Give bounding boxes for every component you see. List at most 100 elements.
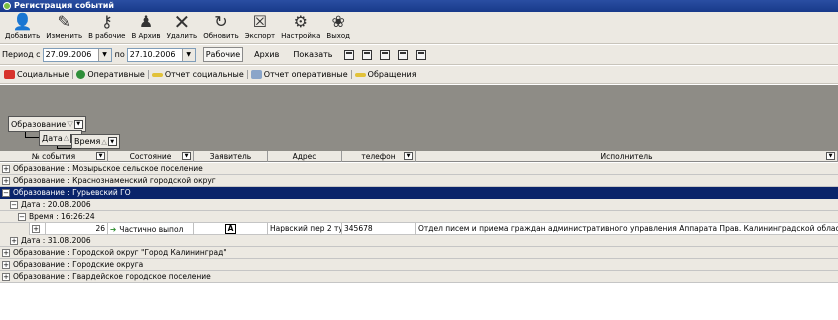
- sort-asc-icon: △: [101, 137, 107, 146]
- cell-address: Нарвский пер 2 ту: [270, 223, 342, 235]
- group-row[interactable]: + Образование : Краснознаменский городско…: [0, 175, 838, 187]
- chevron-down-icon[interactable]: ▼: [97, 48, 111, 61]
- group-row[interactable]: + Образование : Мозырьское сельское посел…: [0, 163, 838, 175]
- refresh-button[interactable]: ↻ Обновить: [200, 12, 242, 44]
- chevron-down-icon[interactable]: ▼: [107, 137, 117, 146]
- chevron-down-icon[interactable]: ▼: [826, 152, 835, 160]
- show-button[interactable]: Показать: [290, 47, 335, 62]
- period-bar: Период с 27.09.2006 ▼ по 27.10.2006 ▼ Ра…: [0, 45, 838, 65]
- rows-layout-icon[interactable]: [415, 49, 426, 60]
- add-button[interactable]: 👤 Добавить: [2, 12, 43, 44]
- tab-social[interactable]: Социальные: [4, 70, 74, 79]
- to-archive-button[interactable]: ♟ В Архив: [128, 12, 163, 44]
- time-group-row[interactable]: − Время : 16:26:24: [0, 211, 838, 223]
- sort-asc-icon: △: [63, 134, 70, 142]
- key-icon: ⚷: [100, 12, 113, 31]
- cell-applicant: A: [194, 223, 268, 235]
- date-group-row[interactable]: + Дата : 31.08.2006: [0, 235, 838, 247]
- tab-operative[interactable]: Оперативные: [76, 70, 149, 79]
- appeals-key-icon: [354, 72, 366, 77]
- collapse-minus-icon[interactable]: −: [2, 188, 10, 197]
- collapse-minus-icon[interactable]: −: [18, 212, 26, 221]
- expand-plus-icon[interactable]: +: [2, 272, 10, 281]
- report-key-icon: [151, 72, 163, 77]
- state-arrow-icon: ➔: [110, 224, 117, 234]
- chevron-down-icon[interactable]: ▼: [404, 152, 413, 160]
- date-group-row[interactable]: − Дата : 20.08.2006: [0, 199, 838, 211]
- person-add-icon: 👤: [12, 12, 33, 31]
- settings-gear-icon: ⚙: [293, 12, 308, 31]
- archive-person-icon: ♟: [138, 12, 154, 31]
- to-working-button[interactable]: ⚷ В рабочие: [85, 12, 128, 44]
- exit-button[interactable]: ❀ Выход: [323, 12, 353, 44]
- row-expander[interactable]: +: [30, 223, 46, 235]
- delete-button[interactable]: ✕ Удалить: [164, 12, 201, 44]
- period-to-label: по: [114, 50, 125, 59]
- tab-bar: Социальные Оперативные Отчет социальные …: [0, 66, 838, 84]
- period-from-value[interactable]: 27.09.2006: [44, 50, 98, 59]
- columns-layout-icon[interactable]: [379, 49, 390, 60]
- expand-plus-icon[interactable]: +: [2, 164, 10, 173]
- period-from-picker[interactable]: 27.09.2006 ▼: [42, 47, 112, 62]
- tab-operative-report[interactable]: Отчет оперативные: [250, 70, 352, 79]
- group-row-selected[interactable]: − Образование : Гурьевский ГО: [0, 187, 838, 199]
- grid-header: № события ▼ Состояние ▼ Заявитель Адрес те…: [0, 151, 838, 162]
- app-icon: [3, 2, 11, 10]
- cell-state: ➔ Частично выпол: [108, 223, 194, 235]
- save-layout-icon[interactable]: [361, 49, 372, 60]
- collapse-minus-icon[interactable]: −: [10, 200, 18, 209]
- window-title-bar: Регистрация событий: [0, 0, 838, 12]
- period-from-label: Период с: [2, 50, 41, 59]
- settings-button[interactable]: ⚙ Настройка: [278, 12, 323, 44]
- window-title: Регистрация событий: [14, 1, 114, 10]
- export-button[interactable]: ☒ Экспорт: [242, 12, 278, 44]
- cell-executor: Отдел писем и приема граждан администрат…: [418, 224, 838, 233]
- chevron-down-icon[interactable]: ▼: [73, 119, 83, 129]
- cell-phone: 345678: [342, 223, 416, 235]
- group-row[interactable]: + Образование : Городские округа: [0, 259, 838, 271]
- grid-layout-icon[interactable]: [397, 49, 408, 60]
- cell-number: 26: [46, 223, 108, 235]
- exit-icon: ❀: [331, 12, 345, 31]
- archive-toggle[interactable]: Архив: [251, 47, 282, 62]
- table-row[interactable]: + 26 ➔ Частично выпол A Нарвский пер 2 т…: [0, 223, 838, 235]
- expand-plus-icon[interactable]: +: [2, 248, 10, 257]
- group-row[interactable]: + Образование : Городской округ "Город Ка…: [0, 247, 838, 259]
- pencil-icon: ✎: [57, 12, 71, 31]
- edit-button[interactable]: ✎ Изменить: [43, 12, 85, 44]
- group-row[interactable]: + Образование : Гвардейское городское пос…: [0, 271, 838, 283]
- period-to-picker[interactable]: 27.10.2006 ▼: [126, 47, 196, 62]
- column-header-address[interactable]: Адрес: [268, 151, 342, 162]
- column-header-number[interactable]: № события ▼: [0, 151, 108, 162]
- expand-plus-icon[interactable]: +: [2, 260, 10, 269]
- refresh-icon: ↻: [214, 12, 228, 31]
- letter-a-icon: A: [224, 224, 237, 234]
- period-to-value[interactable]: 27.10.2006: [128, 50, 182, 59]
- group-connector: [25, 132, 39, 138]
- chevron-down-icon[interactable]: ▼: [182, 152, 191, 160]
- chevron-down-icon[interactable]: ▼: [96, 152, 105, 160]
- group-connector: [57, 146, 71, 149]
- column-header-phone[interactable]: телефон ▼: [342, 151, 416, 162]
- column-header-executor[interactable]: Исполнитель ▼: [416, 151, 838, 162]
- expand-plus-icon[interactable]: +: [32, 225, 40, 233]
- group-chip-time[interactable]: Время △ ▼: [71, 134, 120, 149]
- column-header-applicant[interactable]: Заявитель: [194, 151, 268, 162]
- expand-plus-icon[interactable]: +: [10, 236, 18, 245]
- report-gear-icon: [250, 70, 262, 79]
- tab-appeals[interactable]: Обращения: [354, 70, 420, 79]
- expand-plus-icon[interactable]: +: [2, 176, 10, 185]
- main-toolbar: 👤 Добавить ✎ Изменить ⚷ В рабочие ♟ В Архив …: [0, 12, 838, 44]
- row-indent: [0, 223, 30, 235]
- group-by-area: Образование ▽ ▼ Дата △ ▼ Время △ ▼: [0, 85, 838, 151]
- column-header-state[interactable]: Состояние ▼: [108, 151, 194, 162]
- chevron-down-icon[interactable]: ▼: [181, 48, 195, 61]
- globe-icon: [76, 70, 86, 79]
- window-layout-icon[interactable]: [343, 49, 354, 60]
- people-icon: [4, 70, 15, 79]
- sort-desc-icon: ▽: [67, 120, 73, 128]
- working-toggle[interactable]: Рабочие: [202, 47, 244, 62]
- delete-x-icon: ✕: [173, 10, 191, 34]
- export-excel-icon: ☒: [252, 12, 268, 31]
- tab-social-report[interactable]: Отчет социальные: [151, 70, 248, 79]
